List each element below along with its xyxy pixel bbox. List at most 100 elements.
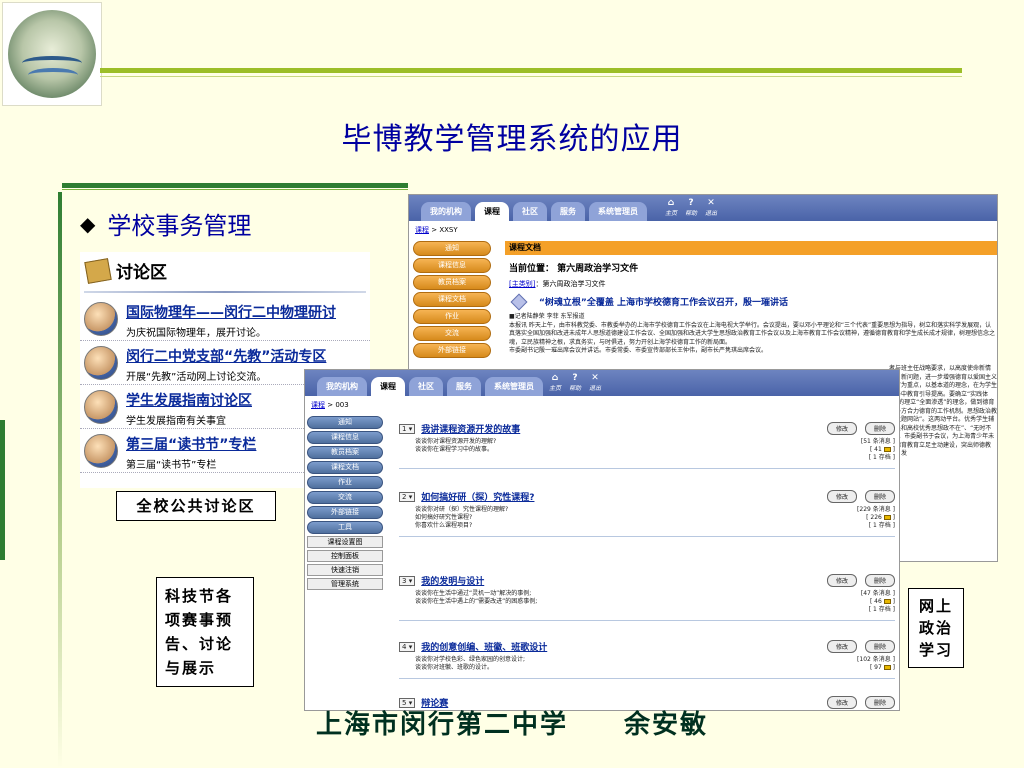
breadcrumb-link[interactable]: 课程 bbox=[415, 226, 429, 234]
course-menu: 通知 课程信息 教员档案 课程文档 作业 交流 外部链接 bbox=[413, 241, 491, 358]
topic-divider bbox=[399, 536, 895, 537]
tab-community[interactable]: 社区 bbox=[513, 202, 547, 221]
topic-desc: 谈谈你对班徽、班歌的设计。 bbox=[415, 664, 494, 671]
menu-assignments[interactable]: 作业 bbox=[307, 476, 383, 489]
menu-notice[interactable]: 通知 bbox=[413, 241, 491, 256]
user-avatar-icon bbox=[84, 346, 118, 380]
document-icon bbox=[510, 293, 528, 311]
topic-message-count: [229 条消息 ] bbox=[857, 506, 895, 513]
menu-course-docs[interactable]: 课程文档 bbox=[413, 292, 491, 307]
help-icon[interactable]: ? 帮助 bbox=[569, 373, 581, 392]
section-rule-thin bbox=[62, 189, 408, 190]
breadcrumb: 课程 > XXSY bbox=[409, 221, 997, 239]
topic-divider bbox=[399, 620, 895, 621]
edit-button[interactable]: 修改 bbox=[826, 422, 857, 435]
bullet-text: 学校事务管理 bbox=[107, 212, 252, 240]
topic-order-select[interactable]: 3 ▾ bbox=[399, 575, 416, 586]
home-icon[interactable]: ⌂ 主页 bbox=[549, 373, 561, 392]
edit-button[interactable]: 修改 bbox=[826, 574, 857, 587]
topic-title[interactable]: 我的创意创编、班徽、班歌设计 bbox=[421, 640, 547, 653]
topic-message-count: [102 条消息 ] bbox=[857, 656, 895, 663]
footer-school: 上海市闵行第二中学 bbox=[315, 710, 568, 740]
forum-item-title[interactable]: 国际物理年——闵行二中物理研讨 bbox=[126, 302, 336, 322]
tab-course[interactable]: 课程 bbox=[475, 202, 509, 221]
forum-item-sub: 第三届“读书节”专栏 bbox=[126, 460, 217, 471]
forum-item-title[interactable]: 学生发展指南讨论区 bbox=[126, 390, 252, 410]
bullet-item: ◆ 学校事务管理 bbox=[80, 206, 251, 241]
slide-title: 毕博教学管理系统的应用 bbox=[341, 122, 683, 157]
menu-notice[interactable]: 通知 bbox=[307, 416, 383, 429]
delete-button[interactable]: 删除 bbox=[864, 422, 895, 435]
menu-admin-system[interactable]: 管理系统 bbox=[307, 578, 383, 590]
menu-staff[interactable]: 教员档案 bbox=[307, 446, 383, 459]
breadcrumb-link[interactable]: 课程 bbox=[311, 401, 325, 409]
delete-button[interactable]: 删除 bbox=[864, 490, 895, 503]
tab-community[interactable]: 社区 bbox=[409, 377, 443, 396]
topic-desc: 你喜欢什么课程项目? bbox=[415, 522, 473, 529]
logout-label: 退出 bbox=[589, 385, 602, 392]
menu-external-links[interactable]: 外部链接 bbox=[307, 506, 383, 519]
tab-course[interactable]: 课程 bbox=[371, 377, 405, 396]
breadcrumb: 课程 > 003 bbox=[305, 396, 899, 414]
doc-header-bar: 课程文档 bbox=[505, 241, 997, 255]
breadcrumb-rest: > 003 bbox=[327, 401, 349, 409]
menu-communication[interactable]: 交流 bbox=[413, 326, 491, 341]
logout-icon[interactable]: ✕ 退出 bbox=[705, 198, 717, 217]
forum-topic: 1 ▾ 我讲课程资源开发的故事 修改 删除 谈谈你对课程资源开发的理解? 谈谈你在课… bbox=[399, 422, 895, 469]
menu-course-map[interactable]: 课程设置图 bbox=[307, 536, 383, 548]
help-icon[interactable]: ? 帮助 bbox=[685, 198, 697, 217]
forum-icon bbox=[84, 257, 112, 284]
category-link[interactable]: [主类别] bbox=[509, 280, 535, 288]
delete-button[interactable]: 删除 bbox=[864, 640, 895, 653]
menu-course-info[interactable]: 课程信息 bbox=[307, 431, 383, 444]
tab-system-admin[interactable]: 系统管理员 bbox=[589, 202, 647, 221]
menu-tools[interactable]: 工具 bbox=[307, 521, 383, 534]
left-edge-bar bbox=[0, 420, 5, 560]
public-forum-label: 全校公共讨论区 bbox=[116, 491, 276, 521]
unread-flag-icon bbox=[883, 665, 891, 670]
topic-message-count: [47 条消息 ] bbox=[860, 590, 895, 597]
topic-archive-count: [ 1 存档 ] bbox=[868, 522, 895, 529]
topic-divider bbox=[399, 468, 895, 469]
delete-button[interactable]: 删除 bbox=[864, 574, 895, 587]
home-icon[interactable]: ⌂ 主页 bbox=[665, 198, 677, 217]
topic-archive-count: [ 1 存档 ] bbox=[868, 606, 895, 613]
menu-external-links[interactable]: 外部链接 bbox=[413, 343, 491, 358]
menu-communication[interactable]: 交流 bbox=[307, 491, 383, 504]
topic-desc: 谈谈你对研（探）究性课程的理解? bbox=[415, 506, 509, 513]
forum-item-title[interactable]: 闵行二中党支部“先教”活动专区 bbox=[126, 346, 326, 366]
forum-item[interactable]: 国际物理年——闵行二中物理研讨 为庆祝国际物理年，展开讨论。 bbox=[80, 297, 370, 341]
help-label: 帮助 bbox=[685, 210, 698, 217]
menu-course-docs[interactable]: 课程文档 bbox=[307, 461, 383, 474]
nav-bar: 我的机构 课程 社区 服务 系统管理员 ⌂ 主页 ? 帮助 ✕ 退出 bbox=[409, 195, 997, 221]
vertical-rule bbox=[58, 192, 62, 768]
forum-header: 讨论区 bbox=[80, 252, 370, 289]
menu-course-info[interactable]: 课程信息 bbox=[413, 258, 491, 273]
edit-button[interactable]: 修改 bbox=[826, 490, 857, 503]
topic-order-select[interactable]: 2 ▾ bbox=[399, 491, 416, 502]
logout-icon[interactable]: ✕ 退出 bbox=[589, 373, 601, 392]
menu-assignments[interactable]: 作业 bbox=[413, 309, 491, 324]
tab-services[interactable]: 服务 bbox=[447, 377, 481, 396]
document-right-text: 者与班主任战略要求，以高度使命新情况、新问题，进一步增强德育以爱国主义教育为重点… bbox=[889, 365, 998, 457]
user-avatar-icon bbox=[84, 434, 118, 468]
breadcrumb-rest: > XXSY bbox=[431, 226, 458, 234]
forum-item-title[interactable]: 第三届“读书节”专栏 bbox=[126, 434, 256, 454]
tab-system-admin[interactable]: 系统管理员 bbox=[485, 377, 543, 396]
user-avatar-icon bbox=[84, 302, 118, 336]
tab-my-institution[interactable]: 我的机构 bbox=[317, 377, 367, 396]
logout-label: 退出 bbox=[705, 210, 718, 217]
topic-title[interactable]: 如何搞好研（探）究性课程? bbox=[421, 490, 534, 503]
menu-control-panel[interactable]: 控制面板 bbox=[307, 550, 383, 562]
menu-quick-logout[interactable]: 快速注销 bbox=[307, 564, 383, 576]
tab-services[interactable]: 服务 bbox=[551, 202, 585, 221]
footer-author: 余安敏 bbox=[624, 710, 709, 740]
topic-order-select[interactable]: 1 ▾ bbox=[399, 423, 416, 434]
topic-title[interactable]: 我讲课程资源开发的故事 bbox=[421, 422, 520, 435]
topic-order-select[interactable]: 4 ▾ bbox=[399, 641, 416, 652]
menu-staff[interactable]: 教员档案 bbox=[413, 275, 491, 290]
topic-title[interactable]: 我的发明与设计 bbox=[421, 574, 484, 587]
edit-button[interactable]: 修改 bbox=[826, 640, 857, 653]
tab-my-institution[interactable]: 我的机构 bbox=[421, 202, 471, 221]
document-title[interactable]: “树魂立根”全覆盖 上海市学校德育工作会议召开，殷一璀讲话 bbox=[539, 295, 788, 308]
